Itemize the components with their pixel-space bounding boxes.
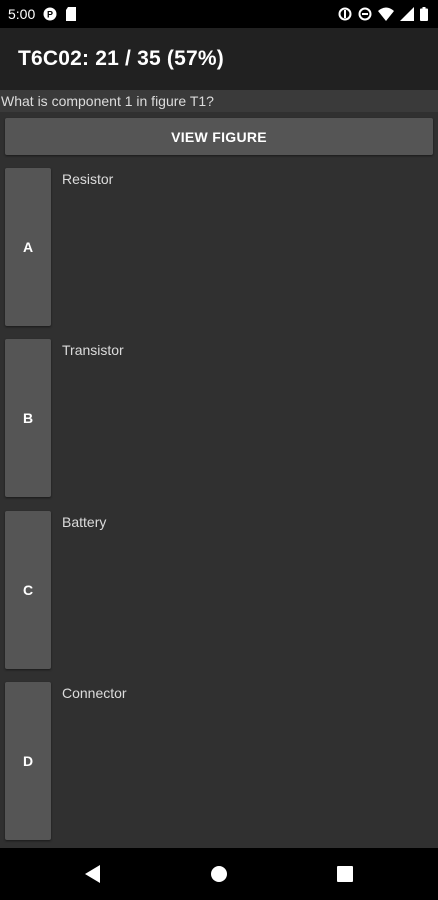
answer-text-a: Resistor bbox=[62, 171, 114, 187]
data-saver-icon bbox=[338, 7, 352, 21]
answer-text-b: Transistor bbox=[62, 342, 124, 358]
app-bar: T6C02: 21 / 35 (57%) bbox=[0, 28, 438, 90]
home-icon[interactable] bbox=[211, 866, 228, 883]
answer-button-c[interactable]: C bbox=[5, 511, 51, 669]
answer-button-b[interactable]: B bbox=[5, 339, 51, 497]
status-bar: 5:00 P bbox=[0, 0, 438, 28]
answer-option-d: D Connector bbox=[0, 682, 438, 842]
question-text: What is component 1 in figure T1? bbox=[0, 90, 438, 112]
back-icon[interactable] bbox=[85, 865, 101, 883]
answer-option-c: C Battery bbox=[0, 511, 438, 671]
navigation-bar bbox=[0, 848, 438, 900]
svg-text:P: P bbox=[47, 10, 53, 20]
answer-text-c: Battery bbox=[62, 514, 107, 530]
page-title: T6C02: 21 / 35 (57%) bbox=[18, 47, 224, 70]
answer-button-d[interactable]: D bbox=[5, 682, 51, 840]
status-time: 5:00 bbox=[8, 6, 36, 22]
signal-icon bbox=[400, 7, 414, 21]
answer-text-d: Connector bbox=[62, 685, 127, 701]
answer-option-a: A Resistor bbox=[0, 168, 438, 328]
recents-icon[interactable] bbox=[337, 866, 353, 882]
shield-p-icon: P bbox=[43, 7, 57, 21]
answer-option-b: B Transistor bbox=[0, 339, 438, 499]
answer-button-a[interactable]: A bbox=[5, 168, 51, 326]
wifi-icon bbox=[378, 7, 394, 21]
sd-card-icon bbox=[65, 7, 77, 21]
battery-icon bbox=[420, 7, 428, 21]
dnd-icon bbox=[358, 7, 372, 21]
view-figure-button[interactable]: VIEW FIGURE bbox=[5, 118, 433, 155]
